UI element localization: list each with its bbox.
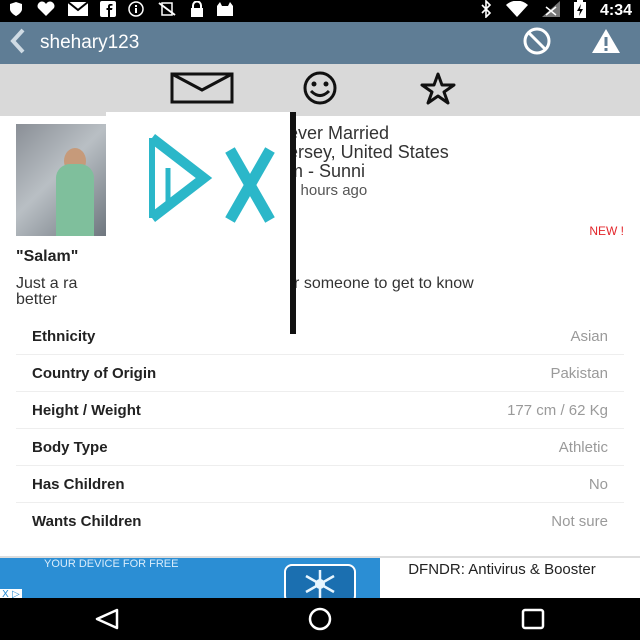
page-title: shehary123 (40, 32, 140, 53)
ad-banner[interactable]: YOUR DEVICE FOR FREE X ▷ DFNDR: Antiviru… (0, 556, 640, 600)
profile-photo[interactable] (16, 124, 108, 236)
battery-icon (573, 0, 586, 22)
bluetooth-icon (480, 0, 492, 22)
cat-icon (216, 2, 234, 20)
ad-app-icon (284, 564, 356, 600)
back-chevron-icon[interactable] (10, 28, 26, 59)
about-part-3: better (16, 291, 57, 308)
religion: m - Sunni (288, 161, 366, 181)
message-button[interactable] (170, 70, 234, 110)
app-bar: shehary123 (0, 22, 640, 64)
heart-icon (36, 1, 56, 21)
detail-label: Height / Weight (32, 401, 141, 419)
system-nav-bar (0, 598, 640, 640)
favorite-button[interactable] (406, 70, 470, 110)
profile-actions-bar (0, 64, 640, 116)
detail-row: Has Children No (16, 466, 624, 503)
ad-banner-text: YOUR DEVICE FOR FREE (44, 558, 179, 570)
about-part-1: Just a ra (16, 275, 78, 292)
block-icon[interactable] (522, 26, 552, 60)
status-left-icons (8, 0, 234, 21)
smiley-icon (292, 71, 348, 109)
details-table: Ethnicity Asian Country of Origin Pakist… (16, 318, 624, 540)
facebook-icon (100, 1, 116, 21)
detail-row: Body Type Athletic (16, 429, 624, 466)
warning-icon[interactable] (590, 27, 622, 59)
detail-label: Wants Children (32, 513, 142, 530)
marital-status: ever Married (288, 123, 390, 143)
lock-icon (190, 0, 204, 21)
mail-icon (170, 72, 234, 108)
star-icon (410, 71, 466, 109)
detail-value: Not sure (551, 513, 608, 530)
detail-value: Asian (570, 327, 608, 345)
dx-logo-icon (148, 134, 275, 223)
smile-button[interactable] (288, 70, 352, 110)
detail-value: Athletic (558, 438, 608, 456)
detail-value: Pakistan (550, 364, 608, 382)
detail-row: Wants Children Not sure (16, 503, 624, 540)
no-sim-icon (156, 1, 178, 21)
detail-row: Height / Weight 177 cm / 62 Kg (16, 392, 624, 429)
profile-card: ever Married ersey, United States m - Su… (0, 116, 640, 554)
status-right-icons: 4:34 (480, 0, 632, 22)
new-badge: NEW ! (589, 224, 624, 238)
overlay-edge-bar (290, 112, 296, 334)
detail-label: Body Type (32, 438, 108, 456)
detail-row: Country of Origin Pakistan (16, 355, 624, 392)
ad-image[interactable]: YOUR DEVICE FOR FREE X ▷ (0, 558, 380, 600)
status-bar: 4:34 (0, 0, 640, 22)
detail-value: No (588, 475, 608, 493)
floating-overlay-logo[interactable] (106, 112, 296, 334)
detail-label: Country of Origin (32, 364, 157, 382)
last-seen: 7 hours ago (288, 182, 368, 199)
info-icon (128, 1, 144, 21)
nav-recents-icon[interactable] (503, 604, 563, 634)
signal-icon (541, 1, 560, 21)
shield-icon (8, 1, 24, 21)
mail-icon (67, 1, 89, 20)
nav-home-icon[interactable] (290, 604, 350, 634)
wifi-icon (505, 0, 528, 21)
nav-back-icon[interactable] (77, 604, 137, 634)
detail-value: 177 cm / 62 Kg (507, 401, 608, 419)
status-time: 4:34 (599, 2, 632, 19)
app-bar-actions (522, 26, 622, 60)
detail-label: Ethnicity (32, 327, 96, 345)
location: ersey, United States (288, 142, 449, 162)
profile-headline: "Salam" (16, 248, 79, 265)
detail-label: Has Children (32, 475, 125, 493)
profile-info: ever Married ersey, United States m - Su… (288, 124, 449, 200)
about-part-2: g for someone to get to know (267, 275, 474, 292)
ad-title[interactable]: DFNDR: Antivirus & Booster (392, 562, 612, 578)
photo-body (56, 164, 94, 236)
